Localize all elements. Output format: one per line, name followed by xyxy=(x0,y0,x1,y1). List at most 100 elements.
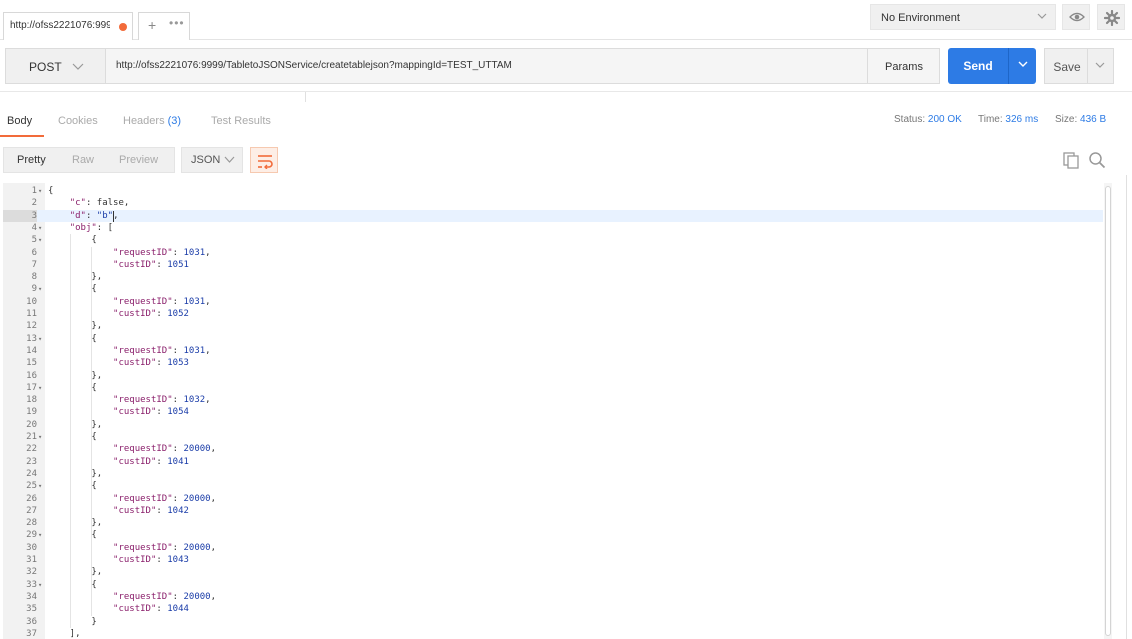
fold-toggle-icon[interactable]: ▾ xyxy=(38,480,42,492)
params-button[interactable]: Params xyxy=(868,48,940,84)
code-line[interactable]: 24 }, xyxy=(3,468,1103,480)
code-line[interactable]: 1 ▾ { xyxy=(3,185,1103,197)
code-line[interactable]: 4 ▾ "obj": [ xyxy=(3,222,1103,234)
tab-body[interactable]: Body xyxy=(7,115,32,127)
code-line[interactable]: 30 "requestID": 20000, xyxy=(3,542,1103,554)
code-text: { xyxy=(48,382,97,393)
line-number: 10 xyxy=(26,296,37,307)
send-label: Send xyxy=(963,59,993,73)
time-readout: Time: 326 ms xyxy=(978,114,1038,125)
send-options-button[interactable] xyxy=(1008,48,1036,84)
fold-toggle-icon[interactable]: ▾ xyxy=(38,222,42,234)
view-pretty[interactable]: Pretty xyxy=(17,154,46,166)
code-line[interactable]: 35 "custID": 1044 xyxy=(3,603,1103,615)
code-line[interactable]: 28 }, xyxy=(3,517,1103,529)
fold-toggle-icon[interactable]: ▾ xyxy=(38,579,42,591)
save-button[interactable]: Save xyxy=(1044,48,1088,84)
size-value[interactable]: 436 B xyxy=(1080,114,1106,125)
code-line[interactable]: 21 ▾ { xyxy=(3,431,1103,443)
code-line[interactable]: 22 "requestID": 20000, xyxy=(3,443,1103,455)
chevron-down-icon xyxy=(72,63,84,70)
code-line[interactable]: 33 ▾ { xyxy=(3,579,1103,591)
code-line[interactable]: 7 "custID": 1051 xyxy=(3,259,1103,271)
line-number: 27 xyxy=(26,505,37,516)
search-icon[interactable] xyxy=(1088,151,1106,169)
tab-test-results[interactable]: Test Results xyxy=(211,115,271,127)
code-line[interactable]: 18 "requestID": 1032, xyxy=(3,394,1103,406)
save-options-button[interactable] xyxy=(1088,48,1114,84)
code-line[interactable]: 19 "custID": 1054 xyxy=(3,406,1103,418)
fold-toggle-icon[interactable]: ▾ xyxy=(38,431,42,443)
more-tabs-icon[interactable]: ••• xyxy=(169,16,185,30)
code-line[interactable]: 26 "requestID": 20000, xyxy=(3,493,1103,505)
code-line[interactable]: 36 } xyxy=(3,616,1103,628)
code-line[interactable]: 12 }, xyxy=(3,320,1103,332)
code-line[interactable]: 27 "custID": 1042 xyxy=(3,505,1103,517)
divider-handle[interactable] xyxy=(305,92,306,102)
size-readout: Size: 436 B xyxy=(1055,114,1106,125)
status-value[interactable]: 200 OK xyxy=(928,114,962,125)
method-select[interactable]: POST xyxy=(5,48,105,84)
code-line[interactable]: 15 "custID": 1053 xyxy=(3,357,1103,369)
send-button[interactable]: Send xyxy=(948,48,1008,84)
code-line[interactable]: 20 }, xyxy=(3,419,1103,431)
format-select[interactable]: JSON xyxy=(181,147,243,173)
tab-cookies[interactable]: Cookies xyxy=(58,115,98,127)
line-number: 37 xyxy=(26,628,37,639)
code-text: ], xyxy=(48,628,81,639)
code-text: { xyxy=(48,284,97,295)
line-number: 21 xyxy=(26,432,37,442)
response-tabs: Body Cookies Headers (3) Test Results St… xyxy=(0,108,1132,137)
code-line[interactable]: 10 "requestID": 1031, xyxy=(3,296,1103,308)
code-line[interactable]: 3 "d": "b", xyxy=(3,209,1103,222)
fold-toggle-icon[interactable]: ▾ xyxy=(38,382,42,394)
code-line[interactable]: 16 }, xyxy=(3,370,1103,382)
code-line[interactable]: 25 ▾ { xyxy=(3,480,1103,492)
code-text: "c": false, xyxy=(69,198,130,209)
line-number: 16 xyxy=(26,370,37,381)
wrap-lines-button[interactable] xyxy=(250,147,278,173)
eye-icon xyxy=(1069,12,1085,22)
copy-icon[interactable] xyxy=(1062,151,1080,169)
view-preview[interactable]: Preview xyxy=(119,154,158,166)
line-number: 13 xyxy=(26,333,37,344)
code-line[interactable]: 31 "custID": 1043 xyxy=(3,554,1103,566)
text-cursor xyxy=(113,210,115,222)
new-tab-plus-icon[interactable]: + xyxy=(148,17,156,33)
code-line[interactable]: 11 "custID": 1052 xyxy=(3,308,1103,320)
params-label: Params xyxy=(885,61,923,73)
tab-bar: http://ofss2221076:9999 + ••• No Environ… xyxy=(0,0,1132,40)
code-line[interactable]: 2 "c": false, xyxy=(3,197,1103,209)
code-line[interactable]: 17 ▾ { xyxy=(3,382,1103,394)
tab-headers[interactable]: Headers (3) xyxy=(123,115,181,127)
environment-settings-button[interactable] xyxy=(1097,4,1125,30)
fold-toggle-icon[interactable]: ▾ xyxy=(38,529,42,541)
environment-quick-look-button[interactable] xyxy=(1062,4,1090,30)
code-line[interactable]: 5 ▾ { xyxy=(3,234,1103,246)
response-body-editor[interactable]: 1 ▾{2 "c": false, 3 "d": "b", 4 ▾ "obj": [5 ▾… xyxy=(3,183,1113,639)
line-number: 35 xyxy=(26,604,37,615)
code-line[interactable]: 8 }, xyxy=(3,271,1103,283)
view-raw[interactable]: Raw xyxy=(72,154,94,166)
code-line[interactable]: 29 ▾ { xyxy=(3,529,1103,541)
code-line[interactable]: 32 }, xyxy=(3,566,1103,578)
code-text: "obj": [ xyxy=(69,222,114,233)
editor-scrollbar-thumb[interactable] xyxy=(1105,186,1111,636)
environment-select[interactable]: No Environment xyxy=(870,4,1056,30)
code-line[interactable]: 34 "requestID": 20000, xyxy=(3,591,1103,603)
time-value[interactable]: 326 ms xyxy=(1005,114,1038,125)
fold-toggle-icon[interactable]: ▾ xyxy=(38,185,42,197)
fold-toggle-icon[interactable]: ▾ xyxy=(38,333,42,345)
code-line[interactable]: 9 ▾ { xyxy=(3,283,1103,295)
code-line[interactable]: 6 "requestID": 1031, xyxy=(3,247,1103,259)
url-input[interactable]: http://ofss2221076:9999/TabletoJSONServi… xyxy=(105,48,868,84)
code-line[interactable]: 23 "custID": 1041 xyxy=(3,456,1103,468)
fold-toggle-icon[interactable]: ▾ xyxy=(38,234,42,246)
code-line[interactable]: 13 ▾ { xyxy=(3,333,1103,345)
fold-toggle-icon[interactable]: ▾ xyxy=(38,283,42,295)
request-tab[interactable]: http://ofss2221076:9999 xyxy=(3,12,133,40)
code-line[interactable]: 14 "requestID": 1031, xyxy=(3,345,1103,357)
line-number: 32 xyxy=(26,567,37,578)
code-line[interactable]: 37 ], xyxy=(3,628,1103,639)
time-label: Time: xyxy=(978,114,1003,125)
